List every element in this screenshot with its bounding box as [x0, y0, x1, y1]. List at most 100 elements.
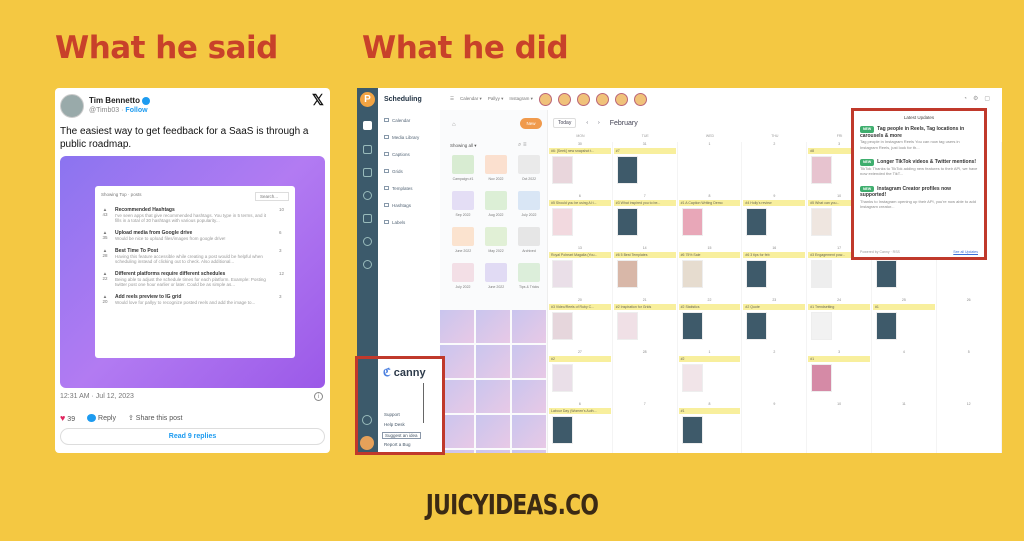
media-folder[interactable]: Oct 2022 — [514, 155, 544, 187]
follow-link[interactable]: Follow — [125, 107, 147, 114]
calendar-day[interactable]: 3 #1 — [807, 350, 872, 402]
post-label[interactable]: #1 A Caption Writing Demo — [678, 200, 741, 206]
post-label[interactable]: Labour Day (Women's Auth... — [549, 408, 611, 414]
calendar-day[interactable]: 11 — [872, 402, 937, 453]
calendar-day[interactable]: 21 #2 Inspiration for Grids — [613, 298, 678, 350]
media-thumb[interactable] — [476, 345, 510, 378]
post-label[interactable]: #6: [Seek] new snapshot t... — [549, 148, 611, 154]
calendar-day[interactable]: 22 #2 Statistics — [678, 298, 743, 350]
post-label[interactable]: #2 — [549, 356, 611, 362]
media-folder[interactable]: June 2022 — [448, 227, 478, 259]
calendar-day[interactable]: 1 — [678, 142, 743, 194]
author-name[interactable]: Tim Bennetto — [89, 96, 140, 105]
post-thumbnail[interactable] — [681, 364, 703, 392]
post-label[interactable]: #5 Should you be using AI t... — [549, 200, 611, 206]
calendar-day[interactable]: 2 — [742, 350, 808, 402]
media-thumb[interactable] — [476, 415, 510, 448]
search-icon[interactable]: ⌕ ≡ — [518, 142, 527, 149]
media-folder[interactable]: June 2022 — [481, 263, 511, 295]
link-icon[interactable] — [363, 214, 372, 223]
sidebar-item-grids[interactable]: Grids — [384, 169, 403, 174]
media-thumb[interactable] — [440, 380, 474, 413]
share-button[interactable]: ⇪ Share this post — [128, 414, 183, 422]
post-thumbnail[interactable] — [811, 156, 833, 184]
post-label[interactable]: Royal Poheart Magalia (You... — [549, 252, 611, 258]
sidebar-item-media-library[interactable]: Media Library — [384, 135, 419, 140]
people-icon[interactable] — [363, 168, 372, 177]
media-folder[interactable]: May 2022 — [481, 227, 511, 259]
calendar-day[interactable]: 26 — [937, 298, 1002, 350]
post-label[interactable]: #1 — [808, 356, 870, 362]
sidebar-item-captions[interactable]: Captions — [384, 152, 410, 157]
post-thumbnail[interactable] — [681, 312, 703, 340]
media-thumb[interactable] — [476, 310, 510, 343]
calendar-day[interactable]: 24 #1 Trendsetting — [807, 298, 872, 350]
toolbar-icons[interactable]: ◔⚙▢ — [963, 95, 996, 102]
profile-chip[interactable] — [576, 92, 590, 106]
calendar-icon[interactable] — [363, 121, 372, 130]
media-filter[interactable]: Showing all ▾ — [450, 143, 477, 149]
calendar-day[interactable]: 15 #6 75% Sale — [678, 246, 743, 298]
post-thumbnail[interactable] — [616, 208, 638, 236]
media-folder[interactable]: Tips & Tricks — [514, 263, 544, 295]
media-folder[interactable]: Archived — [514, 227, 544, 259]
post-thumbnail[interactable] — [875, 312, 897, 340]
post-thumbnail[interactable] — [552, 260, 573, 288]
media-folder[interactable]: Sep 2022 — [448, 191, 478, 223]
calendar-day[interactable]: 9 — [742, 402, 808, 453]
author-avatar[interactable] — [60, 94, 84, 118]
post-thumbnail[interactable] — [552, 416, 573, 444]
profile-chip[interactable] — [538, 92, 552, 106]
calendar-day[interactable]: 25 #1 — [872, 298, 937, 350]
like-button[interactable]: ♥ 39 — [60, 413, 75, 423]
media-thumb[interactable] — [512, 345, 546, 378]
media-thumb[interactable] — [512, 450, 546, 453]
post-thumbnail[interactable] — [681, 260, 703, 288]
post-thumbnail[interactable] — [875, 260, 897, 288]
post-label[interactable]: #2 Quote — [743, 304, 806, 310]
calendar-day[interactable]: 30 #6: [Seek] new snapshot t... — [548, 142, 613, 194]
calendar-day[interactable]: 5 — [937, 350, 1002, 402]
calendar-day[interactable]: 23 #2 Quote — [742, 298, 808, 350]
media-thumb[interactable] — [440, 345, 474, 378]
profile-chip[interactable] — [557, 92, 571, 106]
post-thumbnail[interactable] — [746, 208, 768, 236]
calendar-day[interactable]: 8 #1 A Caption Writing Demo — [678, 194, 743, 246]
profile-chip[interactable] — [595, 92, 609, 106]
post-label[interactable]: #1 — [872, 304, 935, 310]
calendar-day[interactable]: 10 — [807, 402, 872, 453]
post-thumbnail[interactable] — [552, 364, 573, 392]
calendar-select[interactable]: Calendar ▾ — [460, 96, 482, 102]
calendar-day[interactable]: 4 — [872, 350, 937, 402]
upvote-button[interactable]: ▲ 22 — [101, 271, 109, 287]
post-label[interactable]: #3 What inspired you to be... — [613, 200, 676, 206]
profile-chip[interactable] — [614, 92, 628, 106]
next-month-button[interactable]: › — [598, 120, 600, 126]
post-label[interactable]: #1 — [678, 408, 741, 414]
app-logo[interactable]: P — [360, 92, 375, 107]
workspace-select[interactable]: Pallyy ▾ — [488, 96, 504, 102]
post-label[interactable]: #7 — [613, 148, 676, 154]
calendar-day[interactable]: 7 #3 What inspired you to be... — [613, 194, 678, 246]
chat-icon[interactable] — [363, 191, 372, 200]
sidebar-item-labels[interactable]: Labels — [384, 220, 405, 225]
analytics-icon[interactable] — [363, 145, 372, 154]
calendar-day[interactable]: 31 #7 — [613, 142, 678, 194]
menu-icon[interactable]: ☰ — [450, 96, 454, 102]
post-thumbnail[interactable] — [681, 416, 703, 444]
reply-button[interactable]: Reply — [87, 414, 116, 422]
media-folder[interactable]: Aug 2022 — [481, 191, 511, 223]
post-thumbnail[interactable] — [552, 156, 573, 184]
sidebar-item-templates[interactable]: Templates — [384, 186, 413, 191]
calendar-day[interactable]: 2 — [742, 142, 808, 194]
media-folder[interactable]: July 2022 — [448, 263, 478, 295]
calendar-day[interactable]: 8 #1 — [678, 402, 743, 453]
post-label[interactable]: #6 75% Sale — [678, 252, 741, 258]
platform-select[interactable]: Instagram ▾ — [509, 96, 533, 102]
post-thumbnail[interactable] — [746, 312, 768, 340]
sidebar-item-calendar[interactable]: Calendar — [384, 118, 410, 123]
tweet-timestamp[interactable]: 12:31 AM · Jul 12, 2023 — [60, 393, 134, 400]
media-thumb[interactable] — [512, 310, 546, 343]
media-thumb[interactable] — [440, 415, 474, 448]
media-folder[interactable]: Campaign #1 — [448, 155, 478, 187]
